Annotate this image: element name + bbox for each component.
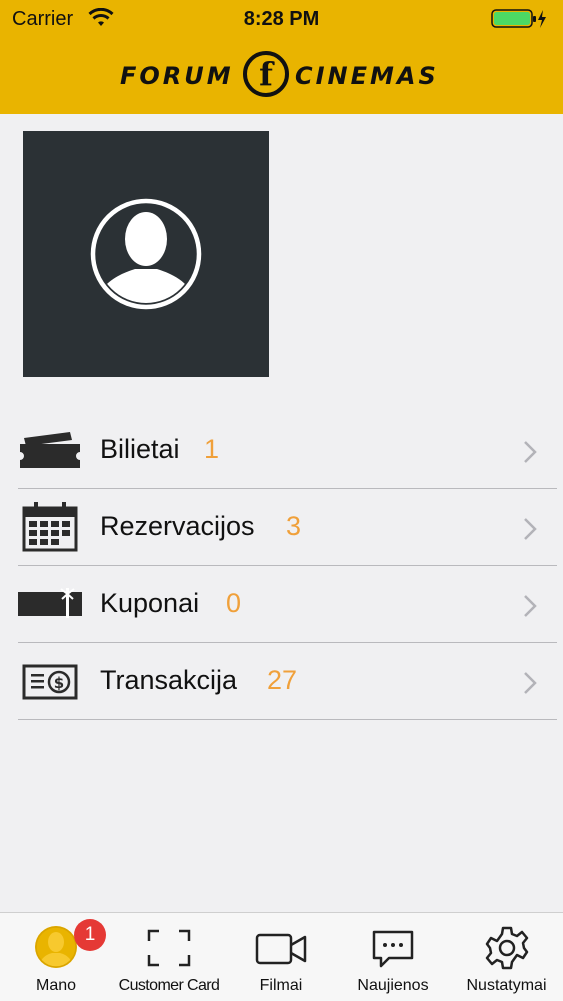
menu-label: Rezervacijos xyxy=(100,511,255,541)
chat-bubble-icon xyxy=(372,930,414,968)
tab-naujienos[interactable]: Naujienos xyxy=(336,913,450,1001)
tab-label: Customer Card xyxy=(118,977,220,994)
menu-row-transakcija[interactable]: $ Transakcija 27 xyxy=(18,643,557,720)
tab-customer-card[interactable]: Customer Card xyxy=(112,913,226,1001)
account-menu: Bilietai 1 Rezervacijos 3 Kuponai 0 $ Tr… xyxy=(18,412,557,720)
notification-badge: 1 xyxy=(74,919,106,951)
menu-label: Bilietai xyxy=(100,434,180,464)
logo-text-left: FORUM xyxy=(120,62,234,90)
chevron-right-icon xyxy=(524,595,537,617)
tab-mano[interactable]: 1 Mano xyxy=(0,913,112,1001)
logo-emblem-icon: f xyxy=(243,51,289,97)
logo-letter: f xyxy=(259,55,275,93)
chevron-right-icon xyxy=(524,672,537,694)
status-time: 8:28 PM xyxy=(243,8,320,30)
chevron-right-icon xyxy=(524,518,537,540)
tab-filmai[interactable]: Filmai xyxy=(226,913,336,1001)
menu-row-kuponai[interactable]: Kuponai 0 xyxy=(18,566,557,643)
user-icon xyxy=(35,926,77,968)
forum-cinemas-logo: FORUM f CINEMAS xyxy=(120,50,444,102)
tab-label: Mano xyxy=(35,977,77,994)
user-silhouette-icon xyxy=(90,198,202,310)
menu-count: 1 xyxy=(204,434,220,464)
menu-count: 27 xyxy=(267,665,298,695)
app-header: Carrier 8:28 PM FORUM f CINEMAS xyxy=(0,0,563,114)
video-camera-icon xyxy=(255,933,307,965)
tab-label: Filmai xyxy=(259,977,303,994)
gift-card-icon xyxy=(18,588,82,618)
tab-label: Naujienos xyxy=(357,977,429,994)
menu-label: Kuponai xyxy=(100,588,200,618)
tab-bar: 1 Mano Customer Card Filmai Naujienos Nu… xyxy=(0,912,563,1001)
calendar-icon xyxy=(22,502,78,552)
menu-count: 0 xyxy=(226,588,242,618)
gear-icon xyxy=(485,926,528,970)
menu-row-bilietai[interactable]: Bilietai 1 xyxy=(18,412,557,489)
menu-count: 3 xyxy=(286,511,302,541)
menu-row-rezervacijos[interactable]: Rezervacijos 3 xyxy=(18,489,557,566)
svg-text:$: $ xyxy=(54,674,64,692)
tab-label: Nustatymai xyxy=(466,977,547,994)
profile-avatar[interactable] xyxy=(23,131,269,377)
status-bar: Carrier 8:28 PM xyxy=(0,0,563,40)
ticket-icon xyxy=(20,432,80,468)
chevron-right-icon xyxy=(524,441,537,463)
menu-label: Transakcija xyxy=(100,665,238,695)
scan-frame-icon xyxy=(147,929,191,967)
logo-text-right: CINEMAS xyxy=(295,62,439,90)
money-icon: $ xyxy=(22,664,78,700)
battery-icon xyxy=(491,9,546,28)
tab-nustatymai[interactable]: Nustatymai xyxy=(450,913,563,1001)
